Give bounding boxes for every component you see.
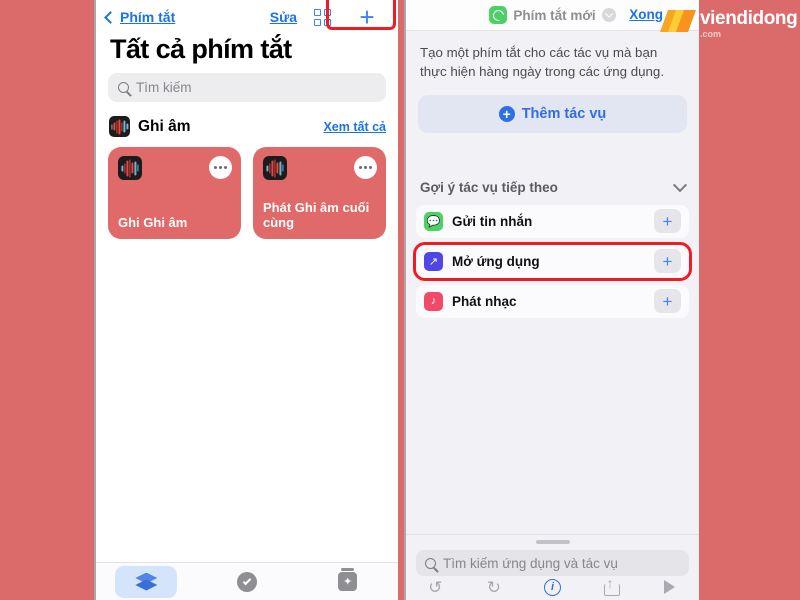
add-suggestion-button[interactable]: + (654, 289, 681, 314)
bottom-sheet: Tìm kiếm ứng dụng và tác vụ ↺ ↻ i (406, 534, 699, 600)
watermark-main-text: viendidong (700, 8, 798, 29)
see-all-link[interactable]: Xem tất cả (323, 120, 386, 134)
search-placeholder: Tìm kiếm (136, 80, 192, 95)
add-action-label: Thêm tác vụ (521, 105, 607, 122)
share-button[interactable] (582, 575, 641, 596)
shortcuts-app-icon (489, 6, 508, 24)
shortcut-title: Phím tắt mới (513, 7, 596, 23)
info-circle-icon: i (543, 578, 561, 596)
sidebar-item-shortcuts[interactable] (96, 563, 197, 600)
voice-memos-icon (263, 156, 287, 180)
watermark-sub-text: .com (700, 29, 722, 39)
music-icon: ♪ (424, 291, 443, 311)
shortcut-card-label: Ghi Ghi âm (118, 215, 188, 231)
editor-toolbar: ↺ ↻ i (406, 574, 699, 600)
shortcut-card[interactable]: Ghi Ghi âm (108, 147, 241, 239)
list-item-open-app[interactable]: ↗ Mở ứng dụng + (416, 244, 689, 278)
back-button[interactable]: Phím tắt (104, 9, 176, 25)
search-input[interactable]: Tìm kiếm (108, 73, 386, 102)
shortcut-card-label: Phát Ghi âm cuối cùng (263, 199, 370, 231)
messages-icon: 💬 (424, 211, 443, 231)
list-item-label: Phát nhạc (452, 293, 517, 309)
run-button[interactable] (640, 580, 699, 594)
add-suggestion-button[interactable]: + (654, 249, 681, 274)
suggestions-header-label: Gợi ý tác vụ tiếp theo (420, 180, 558, 196)
chevron-down-circle-icon[interactable] (601, 8, 616, 22)
search-icon (118, 82, 129, 93)
redo-icon: ↻ (486, 577, 502, 597)
add-suggestion-button[interactable]: + (654, 209, 681, 234)
back-label: Phím tắt (120, 9, 176, 25)
suggestions-header[interactable]: Gợi ý tác vụ tiếp theo (406, 177, 699, 199)
redo-button[interactable]: ↻ (465, 579, 524, 596)
description-text: Tạo một phím tắt cho các tác vụ mà bạn t… (420, 45, 665, 80)
voice-memos-icon (118, 156, 142, 180)
list-item-send-message[interactable]: 💬 Gửi tin nhắn + (416, 204, 689, 238)
right-phone-screen: Phím tắt mới Xong Tạo một phím tắt cho c… (404, 0, 699, 600)
undo-icon: ↺ (428, 577, 443, 597)
list-item-label: Gửi tin nhắn (452, 213, 533, 229)
action-search-input[interactable]: Tìm kiếm ứng dụng và tác vụ (416, 550, 689, 576)
open-app-icon: ↗ (424, 251, 443, 271)
sidebar-item-gallery[interactable]: ✦ (297, 563, 398, 600)
shortcut-card-list: Ghi Ghi âm Phát Ghi âm cuối cùng (96, 144, 398, 239)
edit-button[interactable]: Sửa (270, 9, 297, 25)
chevron-left-icon (104, 10, 117, 24)
search-icon (425, 557, 436, 569)
play-icon (664, 580, 676, 594)
shortcut-card[interactable]: Phát Ghi âm cuối cùng (253, 147, 386, 239)
left-phone-screen: Phím tắt Sửa + Tất cả phím tắt Tìm kiếm … (94, 0, 398, 600)
list-item-play-music[interactable]: ♪ Phát nhạc + (416, 284, 689, 318)
highlight-box-add-shortcut (326, 0, 396, 30)
page-title: Tất cả phím tắt (110, 34, 292, 64)
suggestion-list: 💬 Gửi tin nhắn + ↗ Mở ứng dụng + ♪ Phát … (406, 199, 699, 318)
bottom-tab-bar: ✦ (96, 562, 398, 600)
section-header-ghi-am: Ghi âm Xem tất cả (96, 102, 398, 144)
list-item-label: Mở ứng dụng (452, 253, 540, 269)
chevron-down-icon[interactable] (672, 177, 688, 192)
ellipsis-icon[interactable] (354, 156, 377, 179)
plus-circle-icon: + (498, 105, 515, 122)
shortcut-name-button[interactable]: Phím tắt mới (489, 6, 616, 24)
section-title: Ghi âm (138, 117, 191, 135)
undo-button[interactable]: ↺ (406, 579, 465, 596)
share-icon (604, 575, 621, 596)
voice-memos-icon (109, 116, 130, 137)
layers-icon (135, 572, 158, 591)
ribbon-logo-icon (660, 10, 696, 32)
info-button[interactable]: i (523, 578, 582, 596)
ellipsis-icon[interactable] (209, 156, 232, 179)
sidebar-item-automation[interactable] (197, 563, 298, 600)
watermark: viendidong .com (660, 0, 800, 48)
add-action-button[interactable]: + Thêm tác vụ (418, 94, 687, 133)
action-search-placeholder: Tìm kiếm ứng dụng và tác vụ (443, 555, 618, 571)
sheet-grabber[interactable] (535, 540, 570, 544)
check-circle-icon (237, 571, 257, 592)
gallery-jar-icon: ✦ (338, 568, 358, 591)
